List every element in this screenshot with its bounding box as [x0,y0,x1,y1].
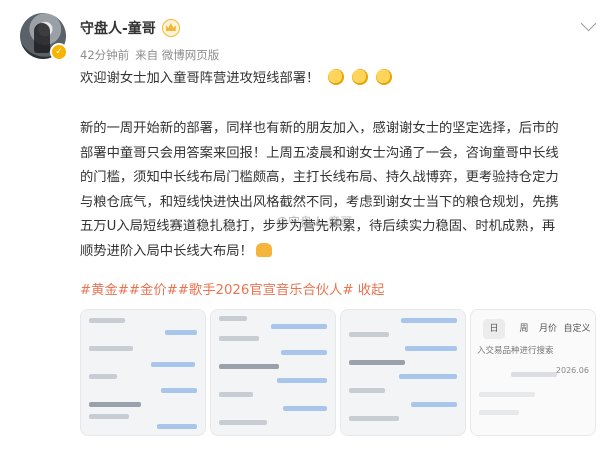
vip-crown-icon[interactable] [161,19,180,37]
post-line-1: 欢迎谢女士加入童哥阵营进攻短线部署！ [80,71,320,86]
post-body-line: 新的一周开始新的部署，同样也有新的朋友加入，感谢谢女士的坚定选择，后市的 [80,121,559,136]
image-thumbnail-1[interactable] [80,309,206,436]
verified-badge-icon: ✓ [50,43,68,61]
hands-emoji-icon [255,242,272,257]
post-body: 新的一周开始新的部署，同样也有新的朋友加入，感谢谢女士的坚定选择，后市的 部署中… [80,117,600,265]
username[interactable]: 守盘人-童哥 [80,18,156,38]
post-body-line: 的门槛，须知中长线布局门槛颇高，主打长线布局、持久战博弈，更考验持仓定力 [80,170,559,186]
thumb-tab: 自定义 [563,324,591,334]
post-body-line: 与粮仓底气，和短线快进快出风格截然不同，考虑到谢女士当下的粮仓规划，先携 [80,194,559,210]
image-thumbnail-3[interactable] [340,309,466,436]
post-body-line-text: 顺势进阶入局中长线大布局！ [80,243,253,259]
clap-emoji-icon [327,69,344,85]
watermark: @守盘人-童哥 [276,215,353,229]
post-source: 来自 微博网页版 [135,48,220,62]
thumb-date: 2026.06 [555,366,589,375]
thumb-tab: 月价 [538,324,557,334]
post-meta: 42分钟前 来自 微博网页版 [80,47,219,63]
post-body-line: 顺势进阶入局中长线大布局！ [80,240,600,265]
post-body-line: 部署中童哥只会用答案来回报！上周五凌晨和谢女士沟通了一会，咨询童哥中长线 [80,145,559,161]
chevron-down-icon[interactable] [580,15,597,32]
clap-emoji-icon [351,69,368,85]
thumb-tab: 日 [483,319,505,339]
post-time[interactable]: 42分钟前 [80,47,129,63]
avatar-container[interactable]: ✓ [20,13,68,61]
topic-tags[interactable]: #黄金##金价##歌手2026官宣音乐合伙人# 收起 [80,279,384,298]
username-row: 守盘人-童哥 [80,18,180,38]
clap-emoji-icon [376,69,393,85]
image-thumbnail-2[interactable] [210,309,336,436]
post-intro: 欢迎谢女士加入童哥阵营进攻短线部署！ [80,67,600,92]
image-grid: 日 周 月价 自定义 入交易品种进行搜索 2026.06 [80,309,596,436]
image-thumbnail-4[interactable]: 日 周 月价 自定义 入交易品种进行搜索 2026.06 [470,309,596,436]
thumb-tab: 周 [519,324,529,334]
thumb-search-hint: 入交易品种进行搜索 [477,346,554,356]
